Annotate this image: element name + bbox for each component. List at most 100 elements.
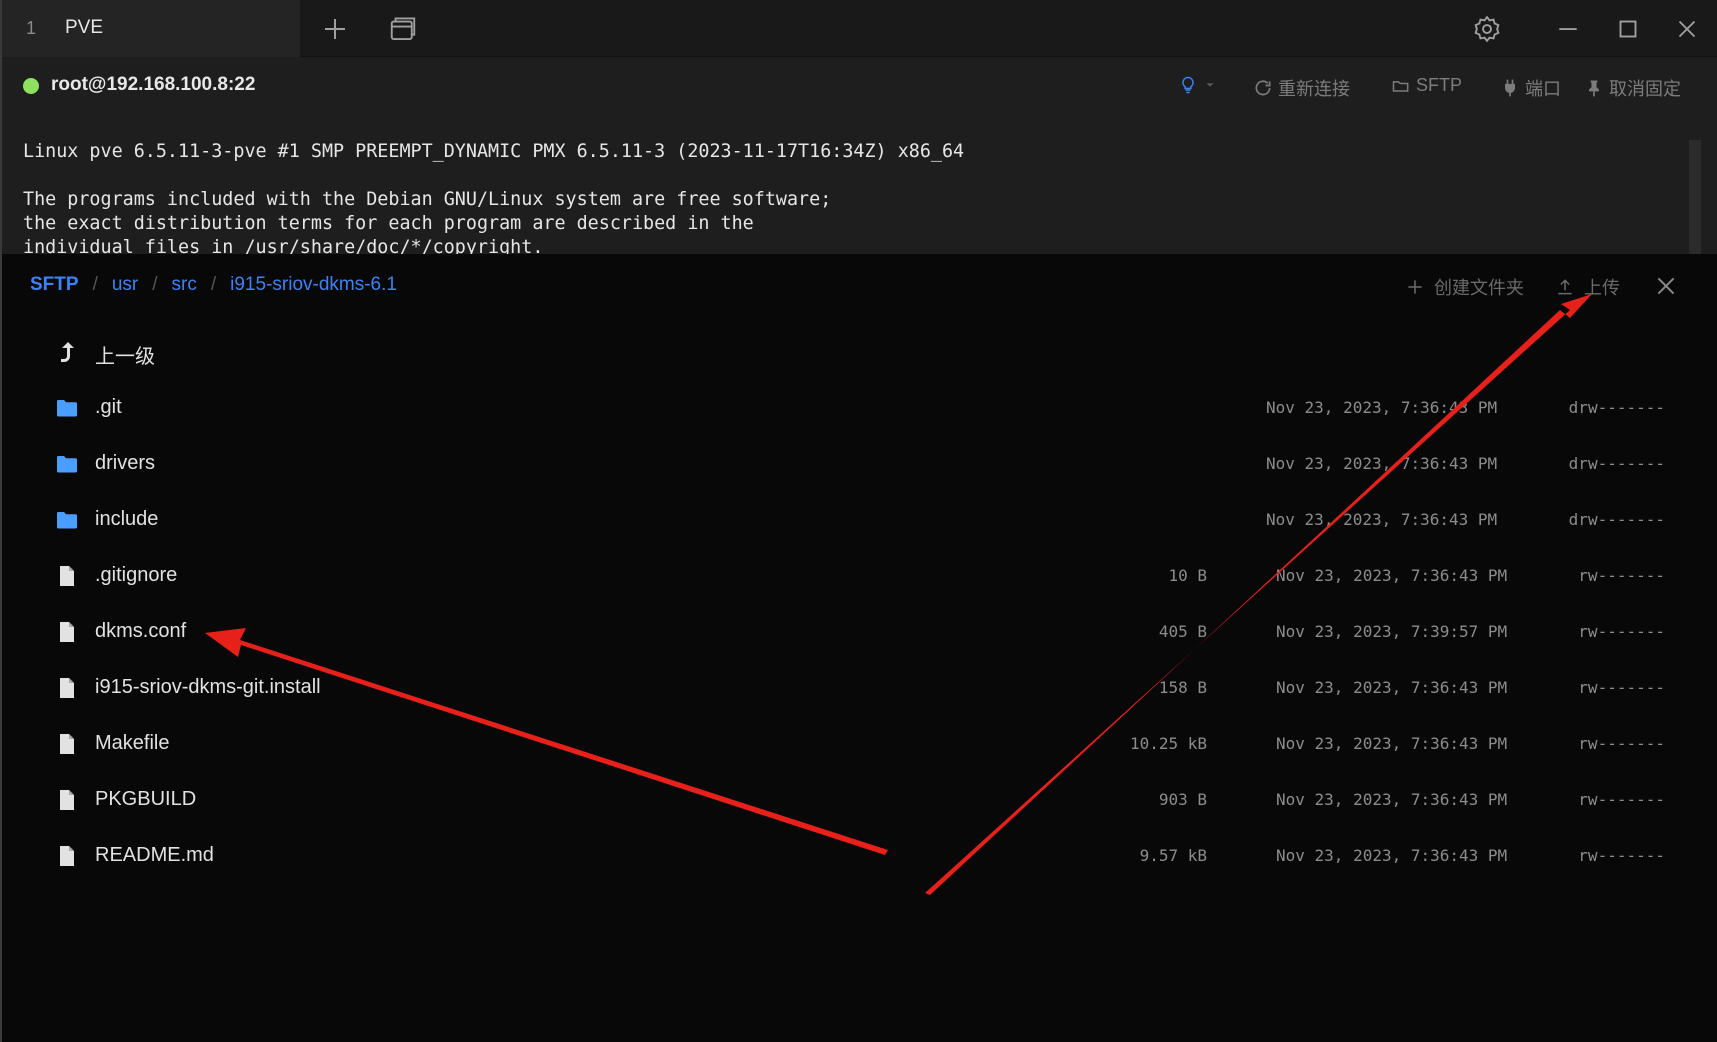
file-name: .gitignore [95, 564, 178, 586]
window-border [0, 0, 2, 1042]
sftp-label: SFTP [1416, 75, 1463, 95]
session-bar: root@192.168.100.8:22 重新连接 SFTP 端口 取消固定 [0, 58, 1717, 116]
chevron-down-icon [1206, 83, 1214, 87]
upload-label: 上传 [1584, 278, 1620, 298]
upload-button[interactable]: 上传 [1555, 274, 1620, 300]
file-name: Makefile [95, 732, 170, 754]
file-name: .git [95, 396, 122, 418]
close-icon[interactable] [1672, 14, 1702, 44]
title-bar: 1 PVE [0, 0, 1717, 57]
file-row[interactable]: Makefile 10.25 kB Nov 23, 2023, 7:36:43 PM… [0, 720, 1717, 772]
level-up-icon [55, 340, 79, 364]
reconnect-button[interactable]: 重新连接 [1253, 75, 1350, 101]
plus-icon [1408, 280, 1422, 294]
folder-open-icon [1392, 80, 1409, 92]
sftp-panel: SFTP / usr / src / i915-sriov-dkms-6.1 创… [0, 254, 1717, 1042]
sftp-button[interactable]: SFTP [1391, 75, 1462, 96]
folder-icon [55, 396, 79, 420]
port-button[interactable]: 端口 [1500, 75, 1561, 101]
folder-row[interactable]: drivers Nov 23, 2023, 7:36:43 PM drw------… [0, 440, 1717, 492]
plug-icon [1505, 79, 1515, 97]
file-modified-time: Nov 23, 2023, 7:36:43 PM [1276, 566, 1508, 585]
file-modified-time: Nov 23, 2023, 7:36:43 PM [1266, 398, 1498, 417]
terminal-output[interactable]: Linux pve 6.5.11-3-pve #1 SMP PREEMPT_DY… [0, 116, 1717, 254]
file-size: 9.57 kB [1139, 846, 1207, 865]
file-modified-time: Nov 23, 2023, 7:36:43 PM [1266, 454, 1498, 473]
file-size: 10 B [1168, 566, 1207, 585]
file-row[interactable]: PKGBUILD 903 B Nov 23, 2023, 7:36:43 PM rw-… [0, 776, 1717, 828]
file-row[interactable]: dkms.conf 405 B Nov 23, 2023, 7:39:57 PM rw… [0, 608, 1717, 660]
breadcrumb: SFTP / usr / src / i915-sriov-dkms-6.1 [30, 274, 397, 296]
close-sftp-icon[interactable] [1653, 273, 1679, 299]
folder-icon [55, 508, 79, 532]
file-name: README.md [95, 844, 214, 866]
upload-icon [1558, 279, 1572, 295]
reconnect-label: 重新连接 [1278, 79, 1350, 99]
file-permissions: rw------- [1578, 790, 1665, 809]
new-folder-label: 创建文件夹 [1434, 278, 1524, 298]
new-folder-button[interactable]: 创建文件夹 [1405, 274, 1524, 300]
file-permissions: rw------- [1578, 566, 1665, 585]
breadcrumb-usr[interactable]: usr [112, 274, 138, 296]
file-permissions: drw------- [1568, 510, 1665, 529]
gear-icon[interactable] [1472, 14, 1502, 44]
parent-directory-row[interactable]: 上一级 [0, 328, 1717, 380]
file-size: 903 B [1158, 790, 1207, 809]
file-permissions: rw------- [1578, 734, 1665, 753]
minimize-icon[interactable] [1553, 14, 1583, 44]
file-icon [55, 844, 79, 868]
file-name: i915-sriov-dkms-git.install [95, 676, 321, 698]
file-modified-time: Nov 23, 2023, 7:36:43 PM [1276, 790, 1508, 809]
parent-directory-label: 上一级 [95, 346, 155, 368]
hint-dropdown[interactable] [1178, 75, 1217, 95]
plus-icon[interactable] [320, 14, 350, 44]
file-row[interactable]: .gitignore 10 B Nov 23, 2023, 7:36:43 PM rw… [0, 552, 1717, 604]
refresh-icon [1255, 80, 1271, 96]
file-permissions: drw------- [1568, 454, 1665, 473]
file-name: include [95, 508, 159, 530]
pin-icon [1589, 80, 1599, 97]
unpin-label: 取消固定 [1609, 79, 1681, 99]
breadcrumb-current[interactable]: i915-sriov-dkms-6.1 [230, 274, 397, 296]
connection-status-indicator [23, 78, 39, 94]
tab-label: PVE [65, 17, 104, 38]
maximize-icon[interactable] [1613, 14, 1643, 44]
breadcrumb-src[interactable]: src [172, 274, 197, 296]
file-permissions: drw------- [1568, 398, 1665, 417]
file-name: drivers [95, 452, 156, 474]
terminal-text: Linux pve 6.5.11-3-pve #1 SMP PREEMPT_DY… [23, 141, 965, 254]
folder-row[interactable]: .git Nov 23, 2023, 7:36:43 PM drw------- [0, 384, 1717, 436]
file-modified-time: Nov 23, 2023, 7:39:57 PM [1276, 622, 1508, 641]
session-host: root@192.168.100.8:22 [51, 74, 256, 95]
file-modified-time: Nov 23, 2023, 7:36:43 PM [1276, 846, 1508, 865]
folder-icon [55, 452, 79, 476]
file-name: PKGBUILD [95, 788, 197, 810]
file-permissions: rw------- [1578, 846, 1665, 865]
breadcrumb-separator: / [210, 274, 217, 295]
breadcrumb-root[interactable]: SFTP [30, 274, 79, 296]
lightbulb-icon [1182, 76, 1194, 94]
file-icon [55, 788, 79, 812]
file-icon [55, 564, 79, 588]
file-size: 158 B [1158, 678, 1207, 697]
file-size: 10.25 kB [1129, 734, 1207, 753]
file-icon [55, 732, 79, 756]
unpin-button[interactable]: 取消固定 [1584, 75, 1681, 101]
file-row[interactable]: i915-sriov-dkms-git.install 158 B Nov 23, … [0, 664, 1717, 716]
file-icon [55, 620, 79, 644]
port-label: 端口 [1525, 79, 1561, 99]
breadcrumb-separator: / [152, 274, 158, 295]
file-modified-time: Nov 23, 2023, 7:36:43 PM [1266, 510, 1498, 529]
terminal-scrollbar[interactable] [1689, 140, 1701, 254]
file-size: 405 B [1158, 622, 1207, 641]
breadcrumb-separator: / [92, 274, 98, 295]
file-row[interactable]: README.md 9.57 kB Nov 23, 2023, 7:36:43 PM… [0, 832, 1717, 884]
file-modified-time: Nov 23, 2023, 7:36:43 PM [1276, 734, 1508, 753]
folder-row[interactable]: include Nov 23, 2023, 7:36:43 PM drw------… [0, 496, 1717, 548]
tab-number: 1 [26, 18, 37, 38]
file-modified-time: Nov 23, 2023, 7:36:43 PM [1276, 678, 1508, 697]
tab-pve[interactable]: 1 PVE [0, 0, 300, 57]
file-permissions: rw------- [1578, 678, 1665, 697]
file-permissions: rw------- [1578, 622, 1665, 641]
new-window-icon[interactable] [388, 14, 418, 44]
